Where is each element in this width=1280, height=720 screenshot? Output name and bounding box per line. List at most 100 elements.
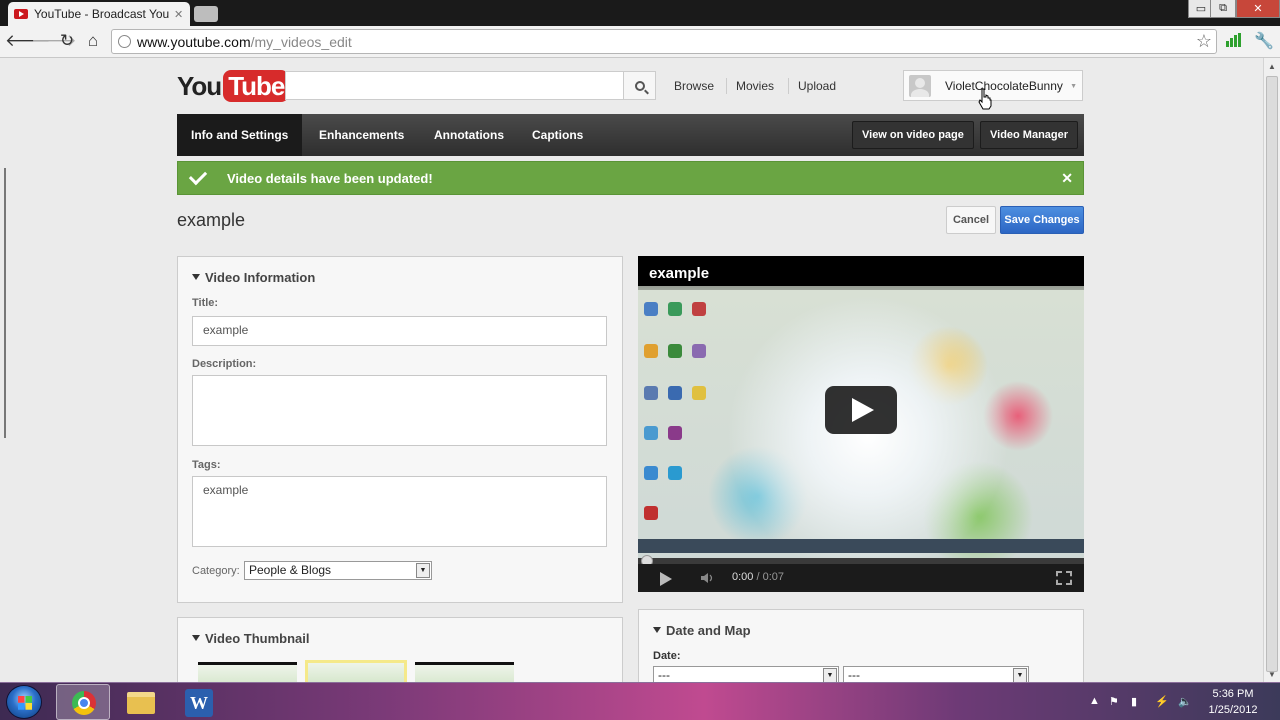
url-host: www.youtube.com <box>137 33 251 50</box>
scroll-up-icon[interactable]: ▲ <box>1268 62 1276 71</box>
success-alert: Video details have been updated! ✕ <box>177 161 1084 195</box>
video-thumbnail-heading[interactable]: Video Thumbnail <box>192 631 310 646</box>
taskbar-chrome[interactable] <box>56 684 110 720</box>
big-play-button[interactable] <box>825 386 897 434</box>
date-and-map-heading[interactable]: Date and Map <box>653 623 751 638</box>
search-input[interactable] <box>285 71 624 100</box>
time-total: 0:07 <box>762 571 785 583</box>
new-tab-button[interactable] <box>194 6 218 22</box>
tab-annotations[interactable]: Annotations <box>420 114 518 156</box>
search-button[interactable] <box>623 71 656 100</box>
scroll-down-icon[interactable]: ▼ <box>1268 670 1276 679</box>
video-information-panel: Video Information Title: example Descrip… <box>177 256 623 603</box>
reload-icon[interactable]: ↻ <box>57 32 77 50</box>
category-select[interactable]: People & Blogs ▼ <box>244 561 432 580</box>
browser-tab[interactable]: YouTube - Broadcast Yours ✕ <box>8 2 190 26</box>
address-bar[interactable]: www.youtube.com/my_videos_edit ☆ <box>111 29 1217 54</box>
close-window-button[interactable]: ✕ <box>1236 0 1280 18</box>
month-select[interactable]: --- ▼ <box>653 666 839 682</box>
triangle-down-icon <box>192 635 200 641</box>
logo-you: You <box>177 70 222 101</box>
tab-info-settings[interactable]: Info and Settings <box>177 114 303 156</box>
nav-browse[interactable]: Browse <box>674 79 714 93</box>
dropdown-arrow-icon: ▼ <box>1013 668 1027 682</box>
day-select[interactable]: --- ▼ <box>843 666 1029 682</box>
video-thumbnail-panel: Video Thumbnail <box>177 617 623 682</box>
title-label: Title: <box>192 297 219 309</box>
time-separator: / <box>753 571 763 583</box>
triangle-down-icon <box>192 274 200 280</box>
page-content: You Tube Browse Movies Upload VioletChoc… <box>0 58 1263 682</box>
maximize-button[interactable]: ⧉ <box>1210 0 1236 18</box>
video-player[interactable]: example 0:00 / 0:07 <box>638 256 1084 592</box>
video-information-heading-text: Video Information <box>205 270 316 285</box>
view-on-video-page-button[interactable]: View on video page <box>852 121 974 149</box>
page-edge <box>4 168 6 438</box>
tab-title: YouTube - Broadcast Yours <box>34 7 170 21</box>
video-manager-button[interactable]: Video Manager <box>980 121 1079 149</box>
category-value: People & Blogs <box>249 563 332 577</box>
network-icon[interactable]: ▮ <box>1131 695 1137 708</box>
checkmark-icon <box>188 166 208 185</box>
home-icon[interactable]: ⌂ <box>83 32 103 50</box>
title-field[interactable]: example <box>192 316 607 346</box>
scrollbar-thumb[interactable] <box>1266 76 1278 672</box>
username: VioletChocolateBunny <box>945 78 1063 93</box>
dropdown-arrow-icon: ▼ <box>416 563 430 578</box>
taskbar-explorer[interactable] <box>114 684 168 720</box>
thumbnail-option-3[interactable] <box>415 662 514 682</box>
description-field[interactable] <box>192 375 607 446</box>
nav-upload[interactable]: Upload <box>798 79 836 93</box>
time-display: 0:00 / 0:07 <box>732 571 784 583</box>
page-title: example <box>177 210 246 230</box>
forward-icon[interactable]: 🡒 <box>31 32 77 50</box>
word-icon: W <box>185 689 213 717</box>
system-clock[interactable]: 5:36 PM 1/25/2012 <box>1198 686 1268 718</box>
windows-taskbar: W ▲ ⚑ ▮ ⚡ 🔈 5:36 PM 1/25/2012 <box>0 682 1280 720</box>
show-hidden-icons-icon[interactable]: ▲ <box>1089 695 1100 707</box>
hand-cursor-icon <box>978 88 992 110</box>
cancel-button[interactable]: Cancel <box>946 206 996 234</box>
category-label: Category: <box>192 565 240 577</box>
desktop-icons-image <box>638 286 718 546</box>
extension-signal-icon[interactable] <box>1226 33 1242 47</box>
close-icon[interactable]: ✕ <box>1061 170 1073 187</box>
page-scrollbar[interactable]: ▲ ▼ <box>1263 58 1280 682</box>
player-title: example <box>638 256 1084 290</box>
day-value: --- <box>848 668 860 682</box>
search-icon <box>634 80 645 91</box>
tab-close-icon[interactable]: ✕ <box>174 8 183 21</box>
volume-icon[interactable] <box>700 571 714 585</box>
globe-icon <box>118 35 131 48</box>
play-icon[interactable] <box>660 572 672 586</box>
power-icon[interactable]: ⚡ <box>1155 695 1169 708</box>
clock-time: 5:36 PM <box>1212 688 1254 700</box>
tab-captions[interactable]: Captions <box>518 114 597 156</box>
back-icon[interactable]: 🡐 <box>5 32 51 50</box>
dropdown-arrow-icon: ▼ <box>823 668 837 682</box>
bookmark-star-icon[interactable]: ☆ <box>1196 31 1212 52</box>
wrench-icon[interactable]: 🔧 <box>1254 31 1274 51</box>
taskbar-word[interactable]: W <box>172 684 226 720</box>
start-button[interactable] <box>6 685 42 719</box>
tab-enhancements[interactable]: Enhancements <box>305 114 418 156</box>
account-menu[interactable]: VioletChocolateBunny ▼ <box>903 70 1083 101</box>
volume-tray-icon[interactable]: 🔈 <box>1178 695 1192 708</box>
youtube-logo[interactable]: You Tube <box>177 70 290 102</box>
video-frame-taskbar <box>638 539 1084 553</box>
nav-divider <box>788 78 789 94</box>
action-center-flag-icon[interactable]: ⚑ <box>1109 695 1119 708</box>
thumbnail-option-1[interactable] <box>198 662 297 682</box>
player-controls: 0:00 / 0:07 <box>638 564 1084 592</box>
tags-field[interactable]: example <box>192 476 607 547</box>
thumbnail-option-2-selected[interactable] <box>305 660 407 682</box>
nav-divider <box>726 78 727 94</box>
folder-icon <box>127 692 155 714</box>
video-information-heading[interactable]: Video Information <box>192 270 315 285</box>
fullscreen-icon[interactable] <box>1056 571 1072 585</box>
save-changes-button[interactable]: Save Changes <box>1000 206 1084 234</box>
video-thumbnail-heading-text: Video Thumbnail <box>205 631 310 646</box>
nav-movies[interactable]: Movies <box>736 79 774 93</box>
chrome-icon <box>72 691 96 715</box>
tags-label: Tags: <box>192 459 221 471</box>
